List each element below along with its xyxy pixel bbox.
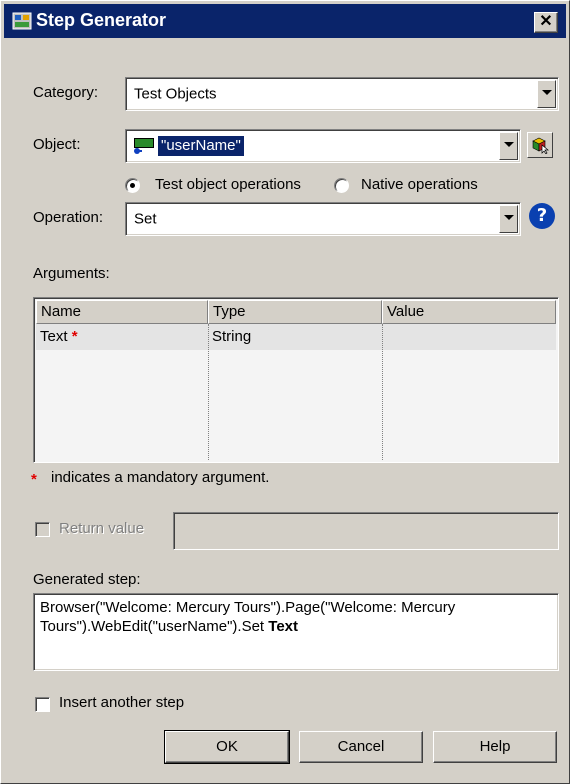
title-bar: Step Generator ✕ (4, 4, 566, 38)
column-header-name[interactable]: Name (36, 300, 208, 324)
category-combo[interactable]: Test Objects (125, 77, 559, 111)
generated-step-textarea[interactable]: Browser("Welcome: Mercury Tours").Page("… (33, 593, 559, 671)
return-value-checkbox[interactable] (35, 522, 50, 537)
native-operations-label[interactable]: Native operations (361, 176, 478, 193)
object-picker-button[interactable] (527, 132, 553, 158)
arguments-grid[interactable]: Name Type Value Text * String (33, 297, 559, 463)
object-label: Object: (33, 136, 81, 153)
native-operations-radio[interactable] (334, 178, 349, 193)
category-label: Category: (33, 84, 99, 101)
object-combo[interactable]: "userName" (125, 129, 521, 163)
insert-another-step-label[interactable]: Insert another step (59, 694, 184, 711)
column-divider (382, 324, 383, 460)
column-header-value[interactable]: Value (382, 300, 556, 324)
step-generator-icon (12, 12, 32, 30)
webedit-icon (134, 138, 154, 154)
window-title: Step Generator (36, 10, 167, 30)
chevron-down-icon[interactable] (537, 80, 556, 108)
arguments-label: Arguments: (33, 265, 110, 282)
operation-combo[interactable]: Set (125, 202, 521, 236)
generated-step-label: Generated step: (33, 571, 141, 588)
help-button[interactable]: Help (433, 731, 557, 763)
mandatory-mark: * (31, 471, 37, 488)
object-picker-icon (532, 137, 549, 154)
column-divider (208, 324, 209, 460)
required-mark: * (71, 328, 78, 345)
operation-label: Operation: (33, 209, 104, 226)
chevron-down-icon[interactable] (499, 205, 518, 233)
mandatory-note: indicates a mandatory argument. (51, 469, 270, 486)
close-icon: ✕ (539, 13, 553, 30)
argument-type: String (212, 328, 252, 345)
category-value: Test Objects (134, 85, 217, 103)
test-object-operations-label[interactable]: Test object operations (155, 176, 301, 193)
test-object-operations-radio[interactable] (125, 178, 140, 193)
close-button[interactable]: ✕ (534, 12, 558, 33)
chevron-down-icon[interactable] (499, 132, 518, 160)
ok-button[interactable]: OK (164, 730, 290, 764)
return-value-field[interactable] (173, 512, 559, 550)
insert-another-step-checkbox[interactable] (35, 697, 50, 712)
table-row[interactable] (36, 324, 556, 350)
argument-name: Text * (40, 328, 78, 345)
operation-value: Set (134, 210, 157, 228)
cancel-button[interactable]: Cancel (299, 731, 423, 763)
help-icon[interactable]: ? (529, 203, 555, 229)
generated-step-argument: Text (268, 618, 299, 635)
generated-step-text: Browser("Welcome: Mercury Tours").Page("… (40, 599, 456, 635)
step-generator-dialog: Step Generator ✕ Category: Test Objects … (0, 0, 570, 784)
object-value: "userName" (157, 135, 245, 157)
column-header-type[interactable]: Type (208, 300, 382, 324)
return-value-label: Return value (59, 520, 145, 537)
